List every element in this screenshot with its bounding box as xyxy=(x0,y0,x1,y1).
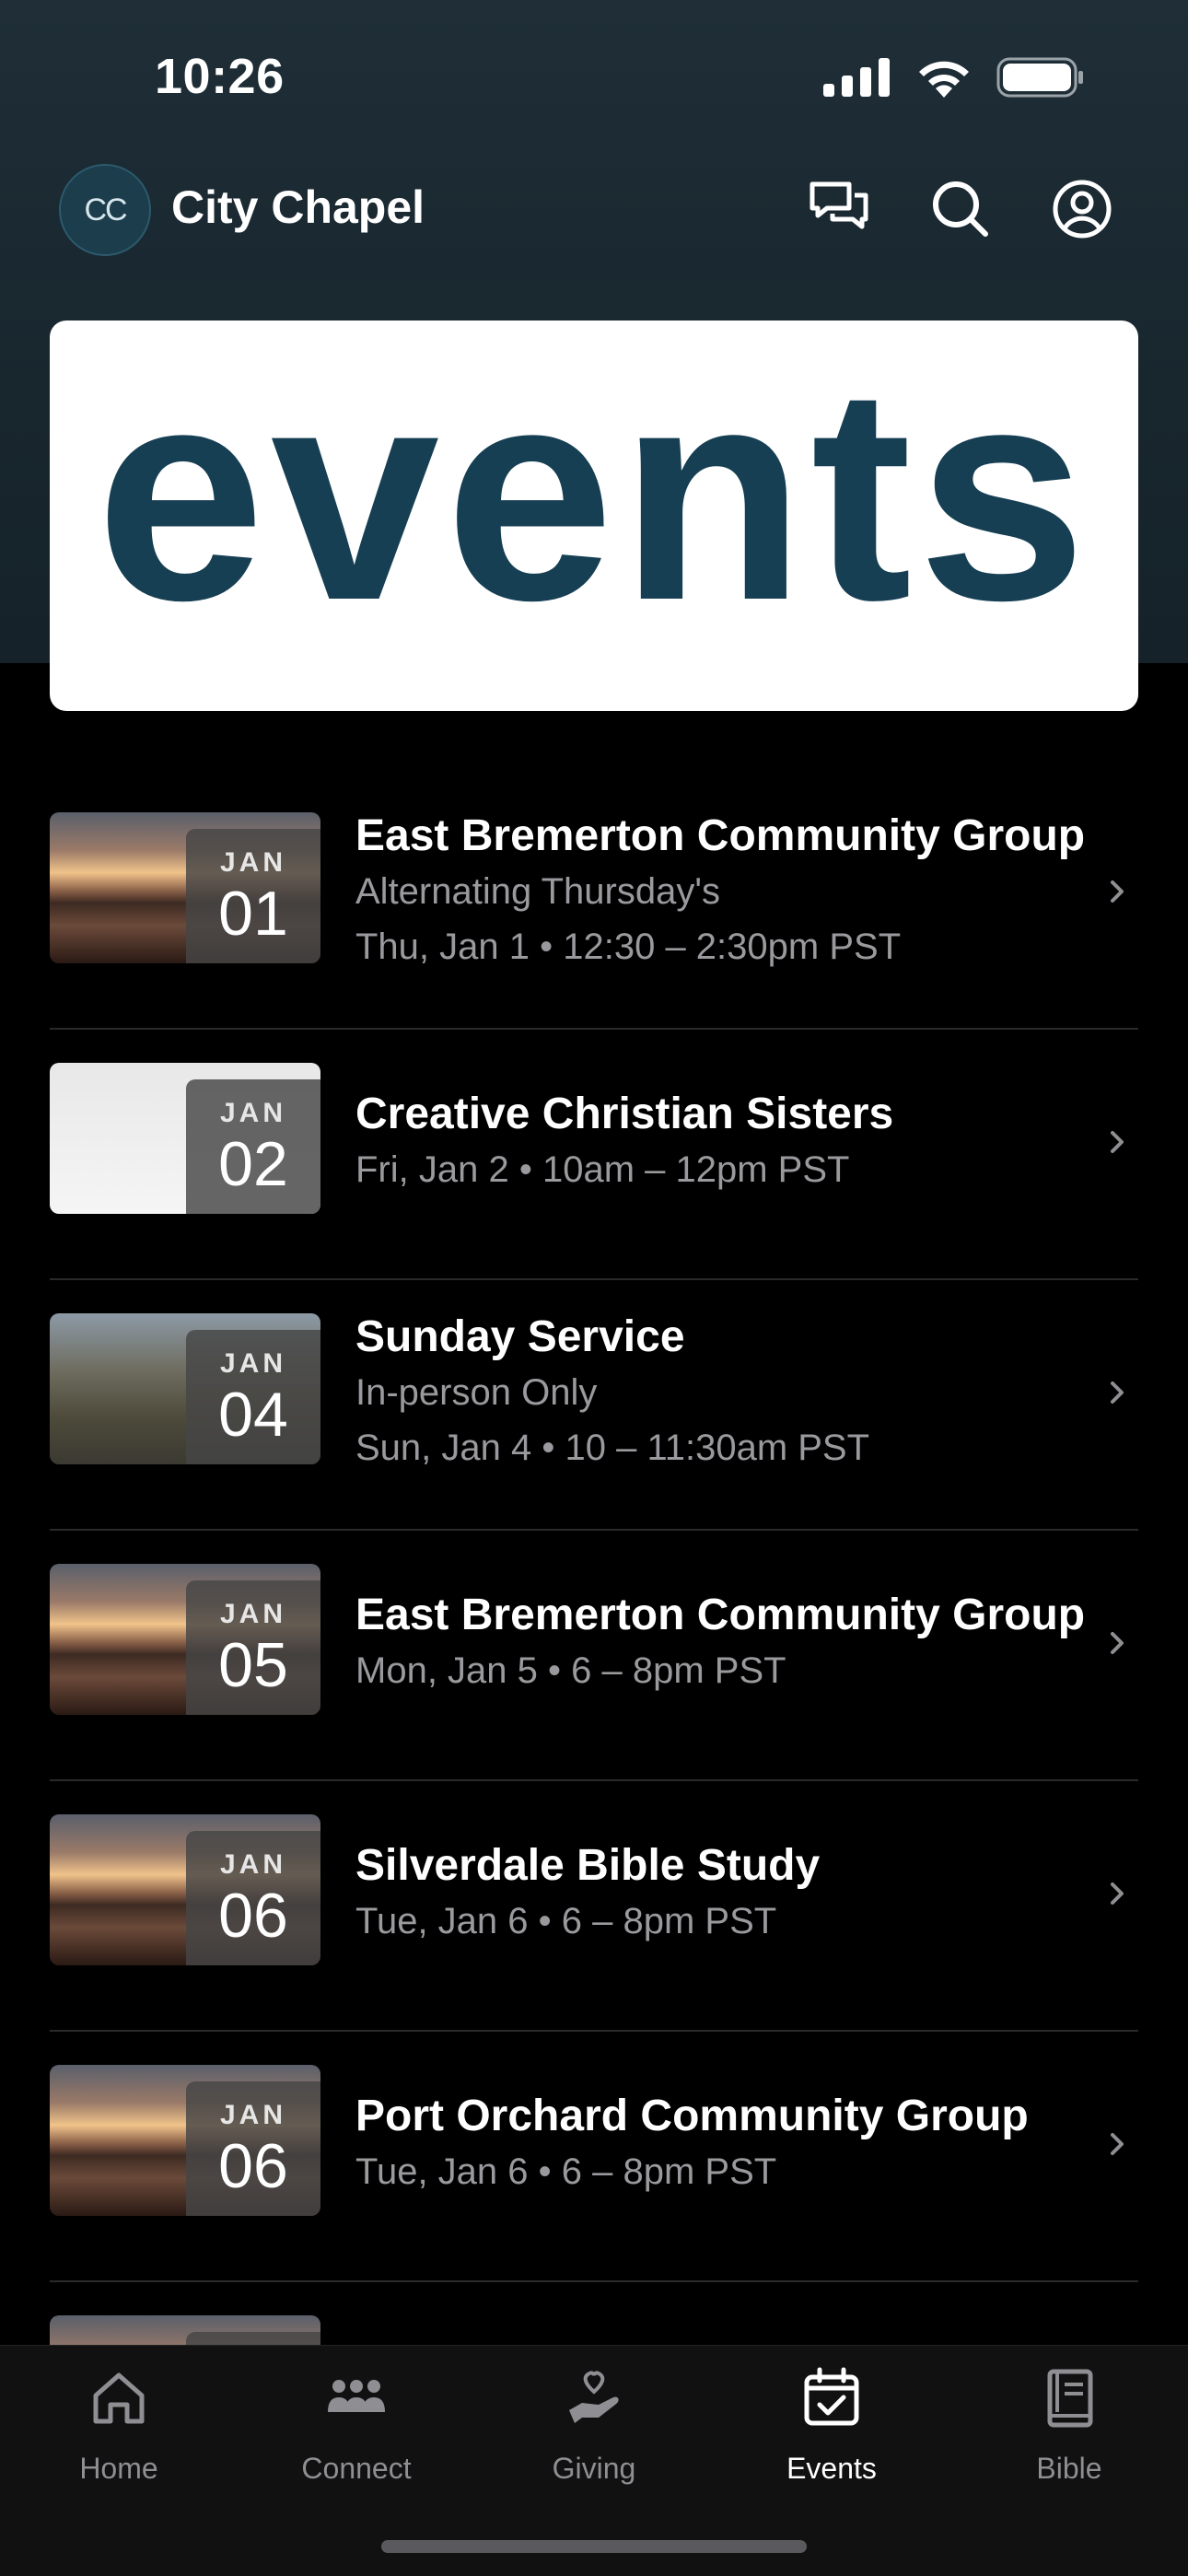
event-title: Creative Christian Sisters xyxy=(355,1090,894,1138)
tab-label: Bible xyxy=(1036,2452,1102,2485)
signal-icon xyxy=(823,58,890,97)
chevron-right-icon xyxy=(1111,1381,1124,1404)
app-title: City Chapel xyxy=(171,181,425,233)
date-badge: JAN 05 xyxy=(186,1580,320,1715)
event-thumbnail: JAN 02 xyxy=(50,1063,320,1214)
tab-label: Connect xyxy=(301,2452,412,2485)
date-month: JAN xyxy=(219,847,286,878)
home-indicator xyxy=(381,2540,807,2553)
event-text: City Youth Group xyxy=(355,2282,1083,2345)
home-icon xyxy=(87,2366,151,2435)
event-thumbnail: JAN 06 xyxy=(50,1814,320,1965)
chevron-right-icon xyxy=(1111,1632,1124,1654)
event-row[interactable]: JAN 06 Silverdale Bible Study Tue, Jan 6 • … xyxy=(50,1781,1138,2032)
event-datetime: Tue, Jan 6 • 6 – 8pm PST xyxy=(355,1901,777,1941)
church-logo[interactable]: CC xyxy=(59,164,151,256)
event-row[interactable]: JAN 01 East Bremerton Community Group Alter… xyxy=(50,779,1138,1030)
tab-giving[interactable]: Giving xyxy=(475,2366,713,2513)
date-month: JAN xyxy=(219,1098,286,1128)
chevron-right-icon xyxy=(1111,1131,1124,1153)
book-icon xyxy=(1037,2366,1101,2435)
status-icons xyxy=(823,57,1085,98)
battery-icon xyxy=(996,57,1083,98)
status-time: 10:26 xyxy=(155,49,285,104)
event-subtitle: Alternating Thursday's xyxy=(355,871,720,912)
date-badge: JAN 01 xyxy=(186,829,320,963)
event-text: Creative Christian Sisters Fri, Jan 2 • 1… xyxy=(355,1030,1083,1254)
chevron-right-icon xyxy=(1111,880,1124,903)
people-icon xyxy=(324,2366,389,2435)
tab-home[interactable]: Home xyxy=(0,2366,238,2513)
event-title: Sunday Service xyxy=(355,1312,685,1361)
event-thumbnail: JAN 05 xyxy=(50,1564,320,1715)
date-month: JAN xyxy=(219,1348,286,1379)
chevron-right-icon xyxy=(1111,2133,1124,2155)
event-thumbnail: JAN 04 xyxy=(50,1313,320,1464)
date-badge: JAN 04 xyxy=(186,1330,320,1464)
event-thumbnail: JAN 01 xyxy=(50,812,320,963)
event-list: JAN 01 East Bremerton Community Group Alter… xyxy=(50,779,1138,2345)
event-title: Port Orchard Community Group xyxy=(355,2092,1029,2140)
date-badge: JAN 06 xyxy=(186,1831,320,1965)
event-datetime: Mon, Jan 5 • 6 – 8pm PST xyxy=(355,1650,786,1691)
events-banner: events xyxy=(50,321,1138,711)
event-row[interactable]: JAN 06 Port Orchard Community Group Tue, Ja… xyxy=(50,2032,1138,2282)
event-thumbnail: JAN 06 xyxy=(50,2065,320,2216)
date-day: 05 xyxy=(218,1630,288,1700)
event-row[interactable]: JAN City Youth Group xyxy=(50,2282,1138,2345)
tab-label: Giving xyxy=(552,2452,636,2485)
date-month: JAN xyxy=(219,1849,286,1880)
event-title: East Bremerton Community Group xyxy=(355,811,1086,860)
chat-icon[interactable] xyxy=(807,177,871,241)
event-text: Port Orchard Community Group Tue, Jan 6 •… xyxy=(355,2032,1083,2256)
tab-label: Events xyxy=(786,2452,877,2485)
date-badge: JAN xyxy=(186,2332,320,2345)
tab-connect[interactable]: Connect xyxy=(238,2366,475,2513)
event-datetime: Sun, Jan 4 • 10 – 11:30am PST xyxy=(355,1428,870,1468)
event-title: East Bremerton Community Group xyxy=(355,1591,1086,1639)
event-row[interactable]: JAN 04 Sunday Service In-person Only Sun, Ja… xyxy=(50,1280,1138,1531)
date-day: 04 xyxy=(218,1380,288,1450)
event-subtitle: In-person Only xyxy=(355,1372,598,1413)
date-day: 06 xyxy=(218,2131,288,2201)
event-datetime: Thu, Jan 1 • 12:30 – 2:30pm PST xyxy=(355,927,902,967)
event-text: Sunday Service In-person Only Sun, Jan 4 •… xyxy=(355,1280,1083,1505)
date-day: 06 xyxy=(218,1881,288,1951)
event-datetime: Tue, Jan 6 • 6 – 8pm PST xyxy=(355,2151,777,2192)
event-row[interactable]: JAN 05 East Bremerton Community Group Mon, … xyxy=(50,1531,1138,1781)
date-month: JAN xyxy=(219,1599,286,1629)
event-text: East Bremerton Community Group Mon, Jan 5… xyxy=(355,1531,1086,1755)
event-thumbnail: JAN xyxy=(50,2315,320,2345)
event-text: East Bremerton Community Group Alternatin… xyxy=(355,779,1086,1004)
giving-hand-icon xyxy=(562,2366,626,2435)
date-badge: JAN 02 xyxy=(186,1079,320,1214)
event-row[interactable]: JAN 02 Creative Christian Sisters Fri, Jan … xyxy=(50,1030,1138,1280)
profile-icon[interactable] xyxy=(1050,177,1114,241)
event-title: Silverdale Bible Study xyxy=(355,1841,821,1890)
tab-label: Home xyxy=(79,2452,158,2485)
logo-text: CC xyxy=(84,192,127,227)
calendar-check-icon xyxy=(799,2366,864,2435)
date-day: 02 xyxy=(218,1129,288,1199)
date-month: JAN xyxy=(219,2100,286,2130)
banner-word: events xyxy=(96,323,1092,663)
tab-bible[interactable]: Bible xyxy=(950,2366,1188,2513)
search-icon[interactable] xyxy=(928,177,993,241)
event-datetime: Fri, Jan 2 • 10am – 12pm PST xyxy=(355,1149,850,1190)
date-badge: JAN 06 xyxy=(186,2081,320,2216)
tab-events[interactable]: Events xyxy=(713,2366,950,2513)
event-text: Silverdale Bible Study Tue, Jan 6 • 6 – 8… xyxy=(355,1781,1083,2006)
chevron-right-icon xyxy=(1111,1882,1124,1905)
wifi-icon xyxy=(919,61,969,98)
date-day: 01 xyxy=(218,879,288,949)
